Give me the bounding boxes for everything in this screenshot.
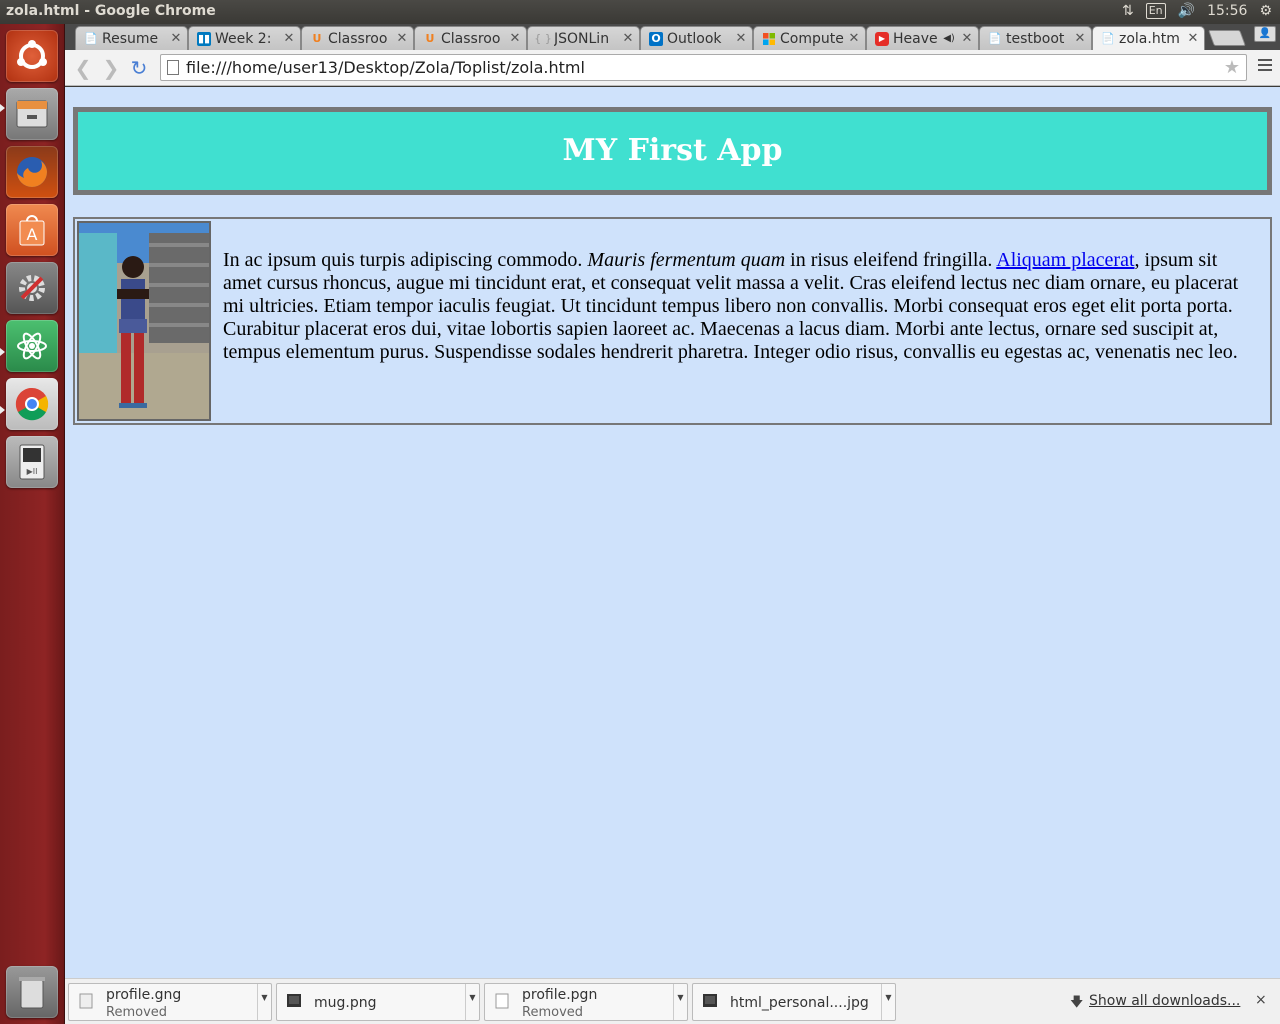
software-center-icon[interactable]: A bbox=[6, 204, 58, 256]
download-item[interactable]: html_personal....jpg ▼ bbox=[692, 983, 896, 1021]
document-icon: 📄 bbox=[1101, 32, 1115, 45]
atom-editor-icon[interactable] bbox=[6, 320, 58, 372]
svg-text:▶II: ▶II bbox=[27, 467, 38, 476]
system-settings-icon[interactable] bbox=[6, 262, 58, 314]
reload-icon[interactable]: ↻ bbox=[129, 58, 149, 78]
close-tab-icon[interactable]: ✕ bbox=[960, 31, 974, 46]
download-filename: profile.gng bbox=[106, 987, 182, 1003]
tab-week-2[interactable]: ▮▮ Week 2: ✕ bbox=[188, 26, 301, 50]
close-tab-icon[interactable]: ✕ bbox=[395, 31, 409, 46]
file-icon bbox=[79, 993, 93, 1009]
tab-resume[interactable]: 📄 Resume ✕ bbox=[75, 26, 188, 50]
system-top-panel: zola.html - Google Chrome ⇅ En 🔊 15:56 ⚙ bbox=[0, 0, 1280, 24]
close-tab-icon[interactable]: ✕ bbox=[1186, 31, 1200, 46]
udacity-icon: U bbox=[425, 32, 435, 45]
download-menu-arrow[interactable]: ▼ bbox=[881, 984, 895, 1020]
download-filename: profile.pgn bbox=[522, 987, 598, 1003]
trello-icon: ▮▮ bbox=[197, 31, 211, 46]
chrome-menu-icon[interactable] bbox=[1258, 59, 1272, 74]
page-viewport: MY First App In ac ipsum quis turpis adi… bbox=[65, 87, 1280, 978]
udacity-icon: U bbox=[312, 32, 322, 45]
window-title: zola.html - Google Chrome bbox=[6, 3, 216, 19]
browser-toolbar: ❮ ❯ ↻ file:///home/user13/Desktop/Zola/T… bbox=[65, 50, 1280, 86]
download-filename: mug.png bbox=[314, 995, 377, 1011]
intro-paragraph: In ac ipsum quis turpis adipiscing commo… bbox=[223, 249, 1253, 364]
close-download-bar-icon[interactable]: × bbox=[1255, 992, 1267, 1008]
image-file-icon bbox=[703, 994, 717, 1007]
content-section: In ac ipsum quis turpis adipiscing commo… bbox=[73, 217, 1272, 425]
tab-outlook[interactable]: O Outlook ✕ bbox=[640, 26, 753, 50]
download-menu-arrow[interactable]: ▼ bbox=[465, 984, 479, 1020]
firefox-icon[interactable] bbox=[6, 146, 58, 198]
page-title: MY First App bbox=[562, 133, 783, 168]
unity-launcher: A ▶II bbox=[0, 24, 65, 1024]
tab-classroom-2[interactable]: U Classroo ✕ bbox=[414, 26, 527, 50]
microsoft-icon bbox=[762, 32, 776, 46]
running-indicator bbox=[0, 104, 5, 112]
download-item[interactable]: mug.png ▼ bbox=[276, 983, 480, 1021]
keyboard-layout-indicator[interactable]: En bbox=[1145, 3, 1166, 19]
download-status: Removed bbox=[106, 1005, 168, 1020]
network-icon[interactable]: ⇅ bbox=[1122, 3, 1134, 19]
back-arrow-icon[interactable]: ❮ bbox=[73, 58, 93, 78]
indicator-area: ⇅ En 🔊 15:56 ⚙ bbox=[1122, 3, 1272, 19]
tab-compute[interactable]: Compute ✕ bbox=[753, 26, 866, 50]
profile-icon[interactable]: 👤 bbox=[1254, 26, 1276, 42]
clock[interactable]: 15:56 bbox=[1207, 3, 1247, 19]
chrome-icon[interactable] bbox=[6, 378, 58, 430]
download-status: Removed bbox=[522, 1005, 584, 1020]
close-tab-icon[interactable]: ✕ bbox=[508, 31, 522, 46]
running-indicator bbox=[0, 348, 5, 356]
outlook-icon: O bbox=[649, 31, 663, 46]
media-player-icon[interactable]: ▶II bbox=[6, 436, 58, 488]
file-icon bbox=[495, 993, 509, 1009]
image-file-icon bbox=[287, 994, 301, 1007]
close-tab-icon[interactable]: ✕ bbox=[847, 31, 861, 46]
settings-gear-icon[interactable]: ⚙ bbox=[1259, 3, 1272, 19]
volume-icon[interactable]: 🔊 bbox=[1178, 3, 1195, 19]
download-bar: profile.gng Removed ▼ mug.png ▼ profile.… bbox=[65, 978, 1280, 1024]
page-icon bbox=[167, 60, 179, 75]
tab-zola-active[interactable]: 📄 zola.htm ✕ bbox=[1092, 26, 1205, 50]
page-header: MY First App bbox=[73, 107, 1272, 195]
document-icon: 📄 bbox=[988, 32, 1002, 45]
tab-testbootstrap[interactable]: 📄 testboot ✕ bbox=[979, 26, 1092, 50]
running-indicator bbox=[0, 406, 5, 414]
show-all-downloads-link[interactable]: Show all downloads... bbox=[1089, 993, 1240, 1009]
document-icon: 📄 bbox=[84, 32, 98, 45]
ubuntu-dash-icon[interactable] bbox=[6, 30, 58, 82]
paragraph-link[interactable]: Aliquam placerat bbox=[996, 249, 1134, 271]
tab-classroom-1[interactable]: U Classroo ✕ bbox=[301, 26, 414, 50]
address-bar[interactable]: file:///home/user13/Desktop/Zola/Toplist… bbox=[160, 54, 1247, 81]
download-menu-arrow[interactable]: ▼ bbox=[257, 984, 271, 1020]
close-tab-icon[interactable]: ✕ bbox=[169, 31, 183, 46]
download-filename: html_personal....jpg bbox=[730, 995, 869, 1011]
tab-jsonlint[interactable]: { } JSONLin ✕ bbox=[527, 26, 640, 50]
download-arrow-icon: 🡇 bbox=[1070, 995, 1084, 1010]
youtube-icon: ▶ bbox=[875, 31, 889, 46]
paragraph-italic-text: Mauris fermentum quam bbox=[587, 249, 786, 271]
browser-tab-strip: 📄 Resume ✕ ▮▮ Week 2: ✕ U Classroo ✕ U C… bbox=[65, 24, 1280, 50]
paragraph-text: In ac ipsum quis turpis adipiscing commo… bbox=[223, 249, 588, 271]
forward-arrow-icon[interactable]: ❯ bbox=[101, 58, 121, 78]
new-tab-button[interactable] bbox=[1208, 30, 1246, 46]
profile-photo bbox=[77, 221, 211, 421]
download-item[interactable]: profile.gng Removed ▼ bbox=[68, 983, 272, 1021]
tab-heaven[interactable]: ▶ Heave ◀) ✕ bbox=[866, 26, 979, 50]
close-tab-icon[interactable]: ✕ bbox=[621, 31, 635, 46]
download-menu-arrow[interactable]: ▼ bbox=[673, 984, 687, 1020]
close-tab-icon[interactable]: ✕ bbox=[1073, 31, 1087, 46]
trash-icon[interactable] bbox=[6, 966, 58, 1018]
svg-text:A: A bbox=[27, 225, 38, 244]
files-icon[interactable] bbox=[6, 88, 58, 140]
json-icon: { } bbox=[534, 32, 552, 45]
close-tab-icon[interactable]: ✕ bbox=[282, 31, 296, 46]
audio-playing-icon: ◀) bbox=[943, 33, 955, 44]
close-tab-icon[interactable]: ✕ bbox=[734, 31, 748, 46]
url-text[interactable]: file:///home/user13/Desktop/Zola/Toplist… bbox=[186, 58, 585, 77]
bookmark-star-icon[interactable]: ★ bbox=[1224, 57, 1240, 78]
paragraph-text: in risus eleifend fringilla. bbox=[785, 249, 997, 271]
download-item[interactable]: profile.pgn Removed ▼ bbox=[484, 983, 688, 1021]
